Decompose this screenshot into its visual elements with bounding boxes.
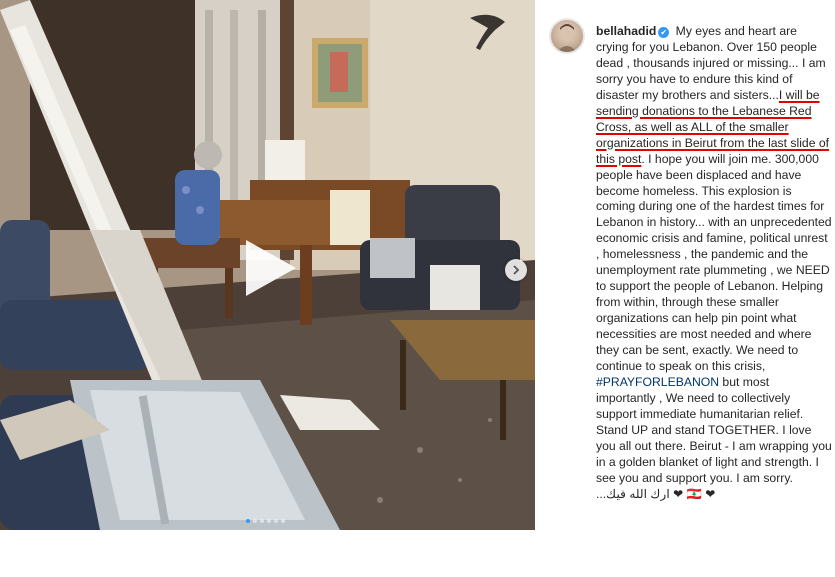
- slide-dot[interactable]: [274, 519, 278, 523]
- post-caption: bellahadid ✔ My eyes and heart are crying…: [596, 24, 832, 503]
- slide-dot[interactable]: [253, 519, 257, 523]
- verified-badge-icon: ✔: [658, 27, 670, 38]
- chevron-right-icon: [513, 265, 520, 275]
- post-media[interactable]: [0, 0, 535, 530]
- play-icon: [246, 240, 296, 296]
- next-slide-button[interactable]: [505, 259, 527, 281]
- hashtag-link[interactable]: #PRAYFORLEBANON: [596, 375, 719, 389]
- caption-text: but most importantly , We need to collec…: [596, 374, 832, 485]
- username[interactable]: bellahadid: [596, 24, 656, 38]
- slide-indicator: [246, 519, 285, 523]
- caption-arabic-line: ...ارك الله فيك ❤ 🇱🇧 ❤: [596, 486, 716, 501]
- slide-dot[interactable]: [281, 519, 285, 523]
- avatar[interactable]: [549, 18, 585, 54]
- slide-dot[interactable]: [246, 519, 250, 523]
- slide-dot[interactable]: [267, 519, 271, 523]
- slide-dot[interactable]: [260, 519, 264, 523]
- post-caption-panel: bellahadid ✔ My eyes and heart are crying…: [535, 0, 835, 577]
- caption-text: . I hope you will join me. 300,000 peopl…: [596, 151, 832, 374]
- play-button[interactable]: [238, 236, 302, 300]
- profile-photo: [557, 24, 577, 52]
